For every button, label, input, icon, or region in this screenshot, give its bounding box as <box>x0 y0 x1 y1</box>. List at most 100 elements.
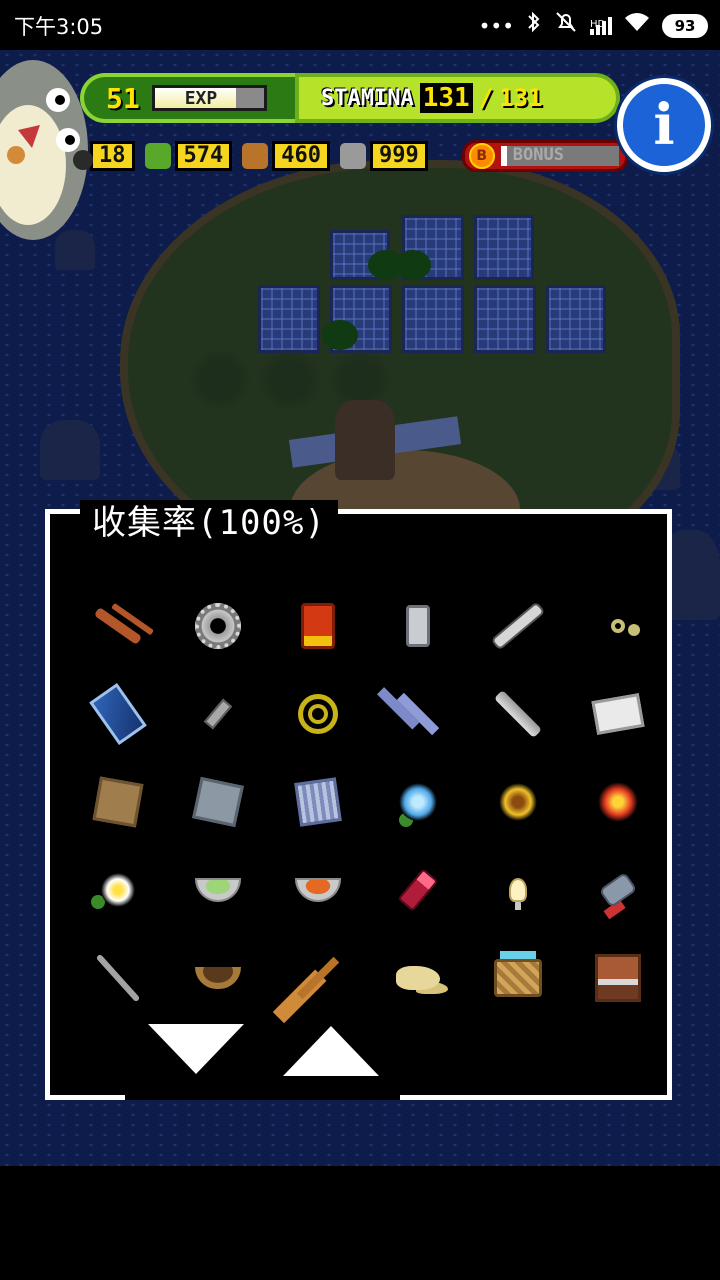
collection-item[interactable] <box>368 670 468 758</box>
collection-item[interactable] <box>168 670 268 758</box>
player-character[interactable] <box>335 400 395 480</box>
collection-item[interactable] <box>368 582 468 670</box>
bluetooth-icon <box>526 10 542 41</box>
collection-item[interactable] <box>468 582 568 670</box>
collection-item[interactable] <box>468 758 568 846</box>
collection-title: 收集率(100%) <box>80 500 338 546</box>
collection-item[interactable] <box>268 670 368 758</box>
collection-item[interactable] <box>468 846 568 934</box>
signal-icon: HD <box>590 16 612 35</box>
smartphone-icon <box>89 682 147 746</box>
nut-icon <box>242 143 269 169</box>
electric-shaver-icon <box>598 871 638 909</box>
exp-label: EXP <box>184 88 218 109</box>
collection-item[interactable] <box>268 582 368 670</box>
collection-item[interactable] <box>68 758 168 846</box>
stick-icon <box>95 953 141 1003</box>
collection-item[interactable] <box>568 758 668 846</box>
stamina-current: 131 <box>419 83 473 113</box>
palm-tree <box>185 350 255 410</box>
sea-rock <box>40 420 100 480</box>
coconut-bowl-icon <box>195 967 241 989</box>
status-bar: 下午3:05 ••• HD 93 <box>0 0 720 50</box>
keys-icon <box>611 619 625 633</box>
resource-counter: 999 <box>340 141 428 171</box>
cheese-blob-icon <box>396 966 440 990</box>
white-flower-icon <box>101 873 135 907</box>
collection-item[interactable] <box>168 934 268 1022</box>
city-building <box>402 285 464 353</box>
triangle-down-icon[interactable] <box>148 1024 244 1074</box>
resource-row: 18 574 460 999 B BONUS <box>60 140 628 172</box>
stone-icon <box>340 143 366 169</box>
collection-item[interactable] <box>268 934 368 1022</box>
collection-item[interactable] <box>368 934 468 1022</box>
collection-item[interactable] <box>268 758 368 846</box>
light-bulb-icon <box>509 878 527 902</box>
bonus-label: BONUS <box>512 145 564 165</box>
collection-item[interactable] <box>368 758 468 846</box>
bonus-coin-icon: B <box>468 143 495 169</box>
spark-plug-icon <box>493 604 543 648</box>
lipstick-icon <box>397 868 439 912</box>
city-building <box>258 285 320 353</box>
status-icons: ••• HD 93 <box>479 10 708 41</box>
resource-value: 999 <box>370 141 428 171</box>
wifi-icon <box>624 11 650 40</box>
collection-item[interactable] <box>568 846 668 934</box>
bonus-bar-fill <box>500 146 507 166</box>
resource-value: 460 <box>272 141 330 171</box>
collection-item[interactable] <box>68 846 168 934</box>
gray-cloth-icon <box>192 776 244 828</box>
collection-item[interactable] <box>368 846 468 934</box>
herb-icon <box>144 143 171 169</box>
bonus-button[interactable]: B BONUS <box>461 140 628 172</box>
collection-item[interactable] <box>168 846 268 934</box>
collection-item[interactable] <box>268 846 368 934</box>
glass-jar-icon <box>406 605 430 647</box>
stamina-display: STAMINA 131 / 131 <box>295 73 620 123</box>
branch-icon <box>93 606 143 646</box>
collection-item[interactable] <box>568 934 668 1022</box>
resource-counter: 574 <box>144 141 233 171</box>
collection-item[interactable] <box>168 582 268 670</box>
red-flower-icon <box>598 782 638 822</box>
palm-tree <box>255 350 325 410</box>
tree <box>322 320 358 350</box>
collection-item[interactable] <box>168 758 268 846</box>
collection-item[interactable] <box>68 934 168 1022</box>
resource-counter: 460 <box>242 141 330 171</box>
collection-item[interactable] <box>68 670 168 758</box>
map-paper-icon <box>92 776 144 828</box>
triangle-up-icon[interactable] <box>283 1026 379 1076</box>
wooden-spoon-icon <box>296 956 340 1000</box>
collection-item[interactable] <box>568 582 668 670</box>
more-dots-icon: ••• <box>478 13 514 38</box>
rope-icon <box>298 694 338 734</box>
oil-can-icon <box>301 603 335 649</box>
city-building <box>546 285 606 353</box>
collection-item[interactable] <box>568 670 668 758</box>
stamina-label: STAMINA <box>321 85 414 111</box>
basket-icon <box>494 959 542 997</box>
yellow-flower-icon <box>499 783 537 821</box>
info-button[interactable]: i <box>617 78 711 172</box>
collection-item[interactable] <box>468 670 568 758</box>
city-building <box>474 285 536 353</box>
striped-cloth-icon <box>294 777 342 827</box>
pipe-icon <box>493 689 543 739</box>
collection-item[interactable] <box>468 934 568 1022</box>
collection-item[interactable] <box>68 582 168 670</box>
exp-bar: EXP <box>151 85 267 111</box>
orange-soup-bowl-icon <box>295 878 341 902</box>
ringer-off-icon <box>554 10 578 41</box>
totoro-mascot-icon[interactable] <box>0 30 98 240</box>
player-level: 51 <box>106 81 140 115</box>
level-display: 51 EXP <box>80 73 295 123</box>
cabinet-icon <box>595 954 641 1002</box>
signal-hd-label: HD <box>590 18 606 30</box>
hud-top-bar: 51 EXP STAMINA 131 / 131 <box>80 73 620 123</box>
green-soup-bowl-icon <box>195 878 241 902</box>
stamina-max: 131 <box>499 84 543 112</box>
book-icon <box>591 693 645 735</box>
